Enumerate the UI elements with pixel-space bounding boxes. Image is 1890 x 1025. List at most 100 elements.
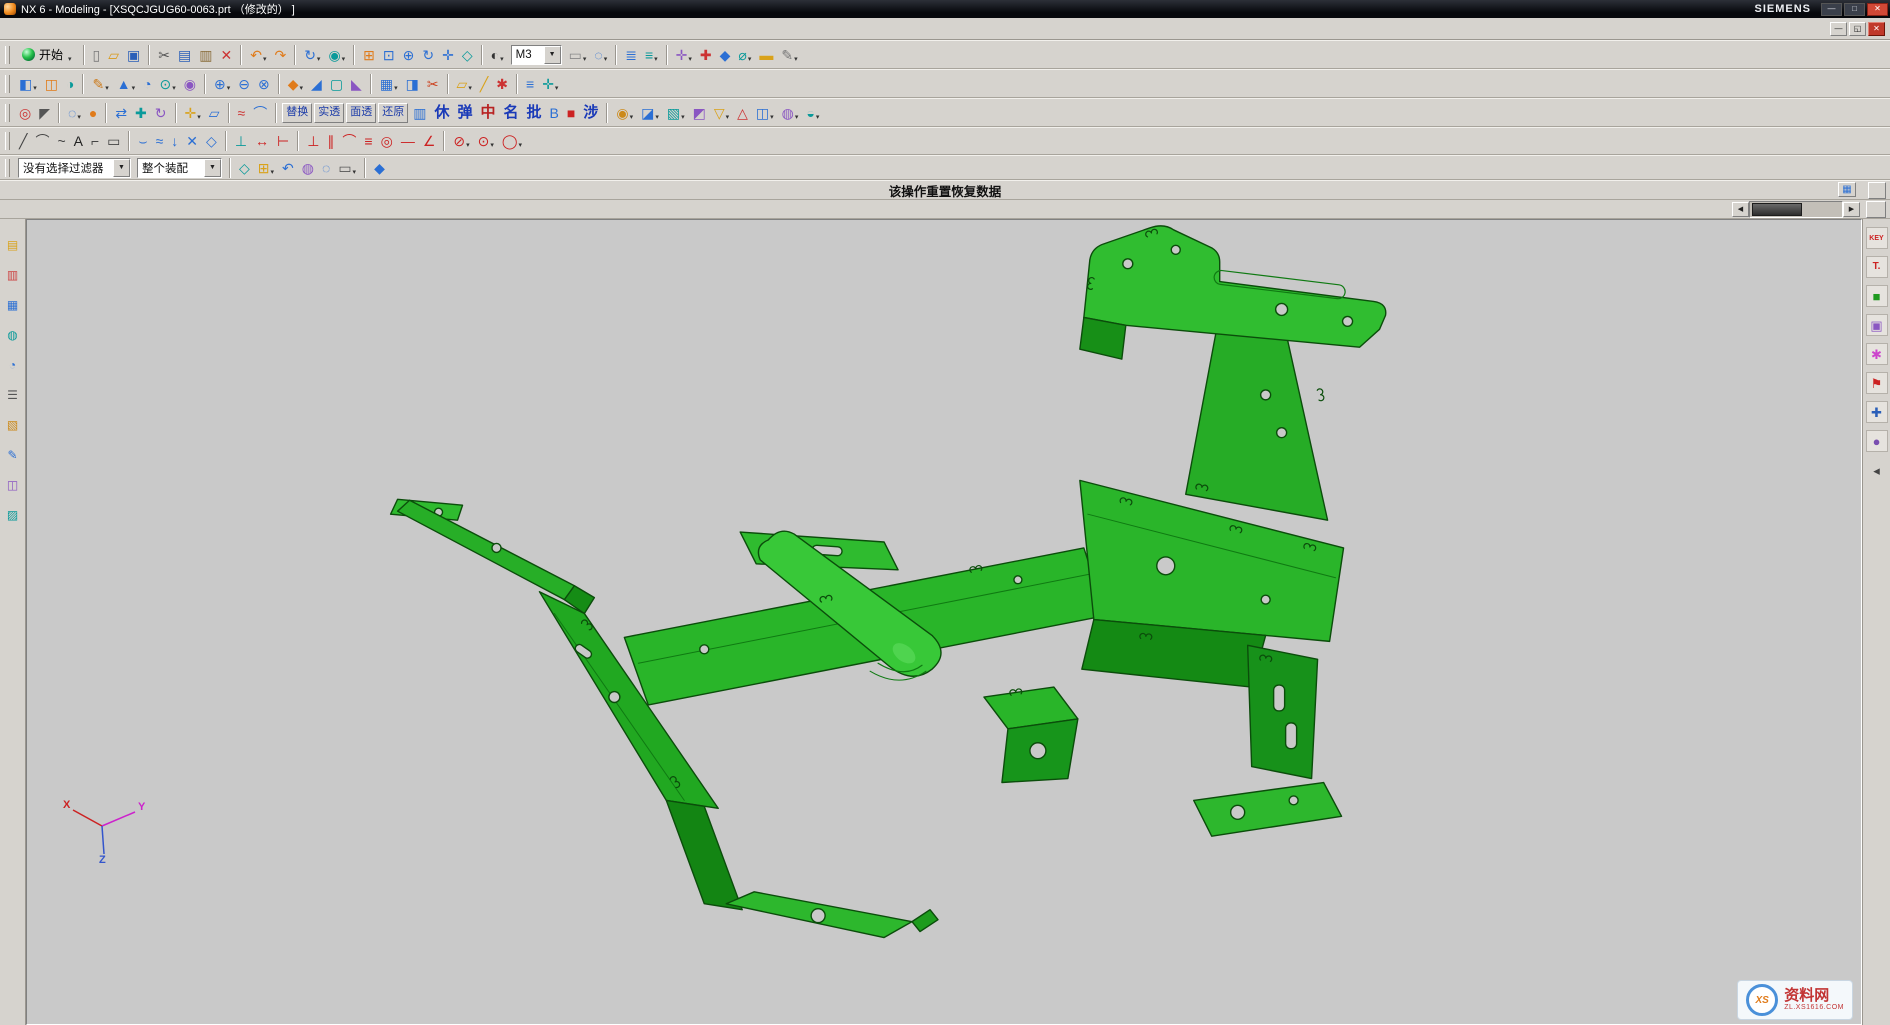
combo-dropdown-icon[interactable]: ▼: [544, 46, 561, 64]
selection-ball-icon[interactable]: ◎: [15, 101, 35, 125]
replace-toggle[interactable]: 替换: [282, 103, 312, 123]
snap-enable-icon[interactable]: ◇: [235, 156, 254, 180]
menu-file[interactable]: [2, 27, 16, 31]
wireframe-mode-icon[interactable]: ◌▾: [590, 43, 611, 67]
part-3d-model[interactable]: [27, 220, 1861, 1024]
menu-format[interactable]: [58, 27, 72, 31]
selection-filter-combo[interactable]: 没有选择过滤器 ▼: [18, 158, 131, 178]
display-mode-icon[interactable]: ◑: [62, 72, 78, 96]
toolbar-grip[interactable]: [5, 104, 10, 122]
undo-icon[interactable]: ↶▾: [246, 43, 270, 67]
draft-icon[interactable]: ◣: [347, 72, 366, 96]
pattern-feature-icon[interactable]: ▦▾: [376, 72, 402, 96]
menu-insert[interactable]: [44, 27, 58, 31]
menu-analysis[interactable]: [114, 27, 128, 31]
paste-icon[interactable]: ▥: [195, 43, 216, 67]
toolbar-grip[interactable]: [5, 132, 10, 150]
sphere-set-icon[interactable]: ◉▾: [612, 101, 637, 125]
solid-translucency-toggle[interactable]: 实透: [314, 103, 344, 123]
child-minimize-button[interactable]: —: [1830, 22, 1847, 36]
perimeter-dim-icon[interactable]: ◯▾: [498, 129, 526, 153]
menu-help[interactable]: [156, 27, 170, 31]
horizontal-icon[interactable]: ―: [397, 129, 419, 153]
half-set-icon[interactable]: ◒▾: [802, 101, 823, 125]
rotate-object-icon[interactable]: ↻: [151, 101, 171, 125]
ming-charbtn[interactable]: 名: [500, 101, 523, 125]
shade-set-icon[interactable]: ◩: [689, 101, 710, 125]
touch-mode-icon[interactable]: ◉▾: [324, 43, 349, 67]
toolbar-grip[interactable]: [5, 159, 10, 177]
menu-tools[interactable]: [72, 27, 86, 31]
fillet-icon[interactable]: ⌣: [134, 129, 151, 153]
visible-layers-icon[interactable]: ≡▾: [641, 43, 662, 67]
scroll-right-button[interactable]: ▶: [1843, 202, 1860, 217]
pointer-icon[interactable]: ◤: [35, 101, 54, 125]
open-folder-icon[interactable]: ▱: [104, 43, 123, 67]
offset-curve-icon[interactable]: ≈: [152, 129, 168, 153]
zoom-icon[interactable]: ⊕: [399, 43, 419, 67]
object-info-icon[interactable]: ◆: [716, 43, 735, 67]
tan-charbtn[interactable]: 弹: [453, 101, 476, 125]
intersection-curve-icon[interactable]: ✕: [182, 129, 202, 153]
wcs-dynamics-icon[interactable]: ✛▾: [181, 101, 205, 125]
layer-settings-icon[interactable]: ≣: [621, 43, 641, 67]
show-hide-icon[interactable]: ◌▾: [64, 101, 85, 125]
profile-icon[interactable]: ⌐: [87, 129, 103, 153]
scrollbar-thumb[interactable]: [1752, 203, 1802, 216]
line-icon[interactable]: ╱: [15, 129, 31, 153]
menu-information[interactable]: [100, 27, 114, 31]
rectangle-icon[interactable]: ▭: [103, 129, 124, 153]
close-button[interactable]: ✕: [1867, 3, 1888, 16]
panel-set-icon[interactable]: ◫▾: [752, 101, 778, 125]
pencil-dock-icon[interactable]: ✎: [3, 445, 22, 464]
angle-icon[interactable]: ∠: [419, 129, 440, 153]
minimize-button[interactable]: —: [1821, 3, 1842, 16]
shaded-mode-icon[interactable]: ◐▾: [487, 43, 508, 67]
restore-toggle[interactable]: 还原: [378, 103, 408, 123]
measure-distance-icon[interactable]: ⌀▾: [734, 43, 755, 67]
molecule-icon[interactable]: ✱: [1866, 343, 1888, 365]
repeat-command-icon[interactable]: ↻▾: [300, 43, 324, 67]
maximize-button[interactable]: □: [1844, 3, 1865, 16]
expressions-icon[interactable]: ≡: [522, 72, 538, 96]
subtract-icon[interactable]: ⊖: [234, 72, 254, 96]
move-object-icon[interactable]: ✚: [131, 101, 151, 125]
menu-window[interactable]: [142, 27, 156, 31]
point-set-icon[interactable]: ✱: [492, 72, 512, 96]
part-geometry[interactable]: [391, 226, 1386, 938]
radius-dim-icon[interactable]: ⊙▾: [474, 129, 498, 153]
rect-select-icon[interactable]: ▭▾: [334, 156, 360, 180]
shell-icon[interactable]: ▢: [326, 72, 347, 96]
curve-analysis-icon[interactable]: ≈: [234, 101, 250, 125]
concentric-icon[interactable]: ◎: [377, 129, 397, 153]
green-cube-icon[interactable]: ■: [1866, 285, 1888, 307]
immediate-hide-icon[interactable]: ●: [85, 101, 101, 125]
flag-icon[interactable]: ⚑: [1866, 372, 1888, 394]
lasso-icon[interactable]: ◌: [318, 156, 334, 180]
warn-triangle-icon[interactable]: △: [733, 101, 752, 125]
pan-view-icon[interactable]: ✛: [438, 43, 458, 67]
list-icon[interactable]: ☰: [3, 385, 22, 404]
background-swatch-icon[interactable]: ▭▾: [565, 43, 591, 67]
text-icon[interactable]: A: [70, 129, 87, 153]
auto-dimension-icon[interactable]: ⊢: [273, 129, 293, 153]
start-button[interactable]: 开始 ▾: [15, 43, 79, 67]
perpendicular-icon[interactable]: ⊥: [303, 129, 323, 153]
new-file-icon[interactable]: ▯: [89, 43, 105, 67]
parallel-icon[interactable]: ∥: [323, 129, 338, 153]
key-icon[interactable]: KEY: [1866, 227, 1888, 249]
boss-icon[interactable]: ◉: [180, 72, 200, 96]
save-icon[interactable]: ▣: [123, 43, 144, 67]
chamfer-icon[interactable]: ◢: [307, 72, 326, 96]
people-icon[interactable]: ◫: [3, 475, 22, 494]
ruler-icon[interactable]: ▬: [755, 43, 777, 67]
arc-icon[interactable]: ⌒: [31, 129, 53, 153]
zhong-charbtn[interactable]: 中: [477, 101, 500, 125]
clip-icon[interactable]: ▥: [3, 265, 22, 284]
intersect-icon[interactable]: ⊗: [254, 72, 274, 96]
extrude-icon[interactable]: ▲▾: [113, 72, 139, 96]
highlight-sphere-icon[interactable]: ◍: [298, 156, 318, 180]
zoom-window-icon[interactable]: ⊡: [379, 43, 399, 67]
menu-preferences[interactable]: [128, 27, 142, 31]
redo-icon[interactable]: ↷: [270, 43, 290, 67]
